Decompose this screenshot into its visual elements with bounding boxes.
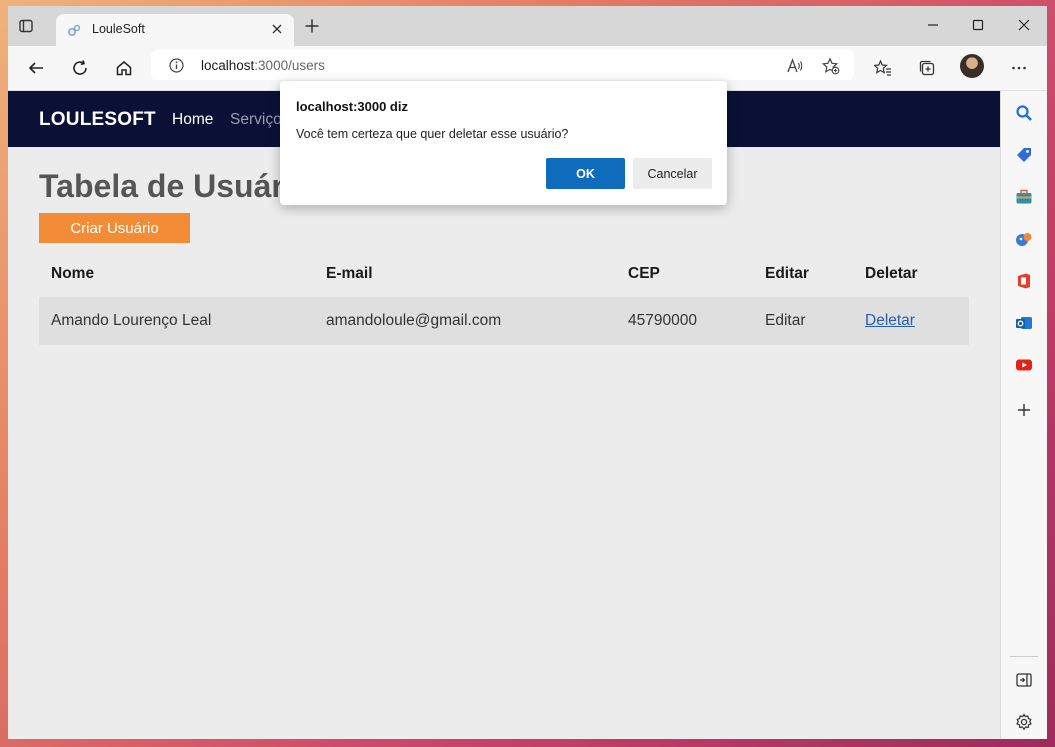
- gear-favicon-icon: [66, 23, 82, 39]
- maximize-icon[interactable]: [969, 16, 987, 34]
- header-deletar: Deletar: [865, 265, 918, 282]
- delete-link[interactable]: Deletar: [865, 297, 915, 345]
- dialog-title: localhost:3000 diz: [296, 99, 408, 114]
- cell-nome: Amando Lourenço Leal: [51, 312, 212, 329]
- youtube-icon[interactable]: [1015, 356, 1033, 374]
- sidebar-toggle-icon[interactable]: [1015, 671, 1033, 689]
- close-tab-icon[interactable]: [270, 22, 284, 36]
- create-user-button[interactable]: Criar Usuário: [39, 213, 190, 243]
- cell-email: amandoloule@gmail.com: [326, 312, 502, 329]
- edge-sidebar: [1000, 91, 1047, 739]
- cell-cep: 45790000: [628, 312, 697, 329]
- site-brand[interactable]: LOULESOFT: [39, 109, 156, 131]
- profile-avatar[interactable]: [960, 54, 984, 78]
- home-icon[interactable]: [115, 59, 133, 77]
- new-tab-icon[interactable]: [304, 18, 320, 34]
- table-row: Amando Lourenço Leal amandoloule@gmail.c…: [39, 297, 969, 345]
- outlook-icon[interactable]: [1015, 314, 1033, 332]
- office-icon[interactable]: [1015, 272, 1033, 290]
- address-bar[interactable]: localhost:3000/users: [151, 50, 854, 80]
- users-table: Nome E-mail CEP Editar Deletar Amando Lo…: [39, 251, 969, 345]
- dialog-message: Você tem certeza que quer deletar esse u…: [296, 127, 569, 141]
- page-title: Tabela de Usuário: [39, 168, 313, 204]
- search-icon[interactable]: [1015, 104, 1033, 122]
- close-window-icon[interactable]: [1015, 16, 1033, 34]
- browser-tab[interactable]: LouleSoft: [56, 14, 294, 46]
- header-email: E-mail: [326, 265, 373, 282]
- nav-link-servicos[interactable]: Serviço: [230, 111, 282, 129]
- edit-link[interactable]: Editar: [765, 297, 806, 345]
- read-aloud-icon[interactable]: [786, 57, 804, 75]
- more-options-icon[interactable]: [1010, 59, 1028, 77]
- header-editar: Editar: [765, 265, 809, 282]
- refresh-icon[interactable]: [71, 59, 89, 77]
- tag-icon[interactable]: [1015, 146, 1033, 164]
- tab-actions-icon[interactable]: [18, 18, 34, 34]
- settings-icon[interactable]: [1015, 713, 1033, 731]
- back-arrow-icon[interactable]: [27, 59, 45, 77]
- minimize-icon[interactable]: [924, 16, 942, 34]
- url-text[interactable]: localhost:3000/users: [201, 58, 325, 73]
- ok-button[interactable]: OK: [546, 158, 625, 189]
- add-favorite-icon[interactable]: [821, 57, 840, 75]
- url-path: :3000/users: [254, 58, 325, 73]
- sidebar-divider: [1010, 656, 1038, 657]
- cancel-button[interactable]: Cancelar: [633, 158, 712, 189]
- collections-icon[interactable]: [918, 59, 936, 77]
- games-icon[interactable]: [1015, 230, 1033, 248]
- tab-title: LouleSoft: [92, 22, 145, 36]
- favorites-icon[interactable]: [873, 59, 892, 77]
- confirm-dialog: localhost:3000 diz Você tem certeza que …: [280, 81, 727, 205]
- title-bar: LouleSoft: [8, 6, 1047, 46]
- add-icon[interactable]: [1015, 401, 1033, 419]
- url-host: localhost: [201, 58, 255, 73]
- nav-link-home[interactable]: Home: [172, 111, 213, 129]
- header-cep: CEP: [628, 265, 660, 282]
- site-info-icon[interactable]: [169, 58, 184, 73]
- briefcase-icon[interactable]: [1015, 188, 1033, 206]
- header-nome: Nome: [51, 265, 95, 282]
- table-header-row: Nome E-mail CEP Editar Deletar: [39, 251, 969, 297]
